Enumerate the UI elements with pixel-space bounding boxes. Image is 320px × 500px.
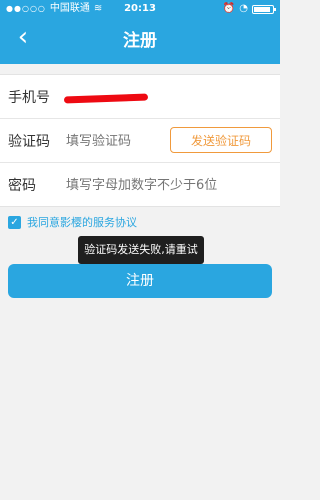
toast-message: 验证码发送失败,请重试	[78, 236, 204, 264]
top-bar: ●●○○○ 中国联通 ≋ 20:13 ⏰ ◔ ‹ 注册	[0, 0, 280, 64]
password-label: 密码	[8, 178, 36, 194]
register-button[interactable]: 注册	[8, 264, 272, 298]
register-form: 手机号 验证码 发送验证码 密码	[0, 74, 280, 207]
code-row: 验证码 发送验证码	[0, 119, 280, 163]
code-label: 验证码	[8, 134, 50, 150]
phone-row: 手机号	[0, 75, 280, 119]
phone-number-redaction[interactable]	[63, 93, 149, 104]
status-bar: ●●○○○ 中国联通 ≋ 20:13 ⏰ ◔	[0, 0, 280, 18]
battery-icon	[252, 4, 276, 14]
send-code-button[interactable]: 发送验证码	[170, 127, 272, 153]
alarm-icon: ⏰	[222, 3, 236, 14]
agreement: ✓ 我同意影樱的服务协议	[8, 214, 137, 230]
phone-label: 手机号	[8, 90, 50, 106]
password-input[interactable]	[64, 172, 268, 198]
page-title: 注册	[123, 31, 157, 51]
agreement-text[interactable]: 我同意影樱的服务协议	[27, 214, 137, 230]
password-row: 密码	[0, 163, 280, 206]
agreement-checkbox[interactable]: ✓	[8, 215, 21, 229]
checkmark-icon: ✓	[10, 216, 19, 228]
status-right: ⏰ ◔	[222, 0, 276, 18]
rotation-lock-icon: ◔	[239, 3, 248, 14]
